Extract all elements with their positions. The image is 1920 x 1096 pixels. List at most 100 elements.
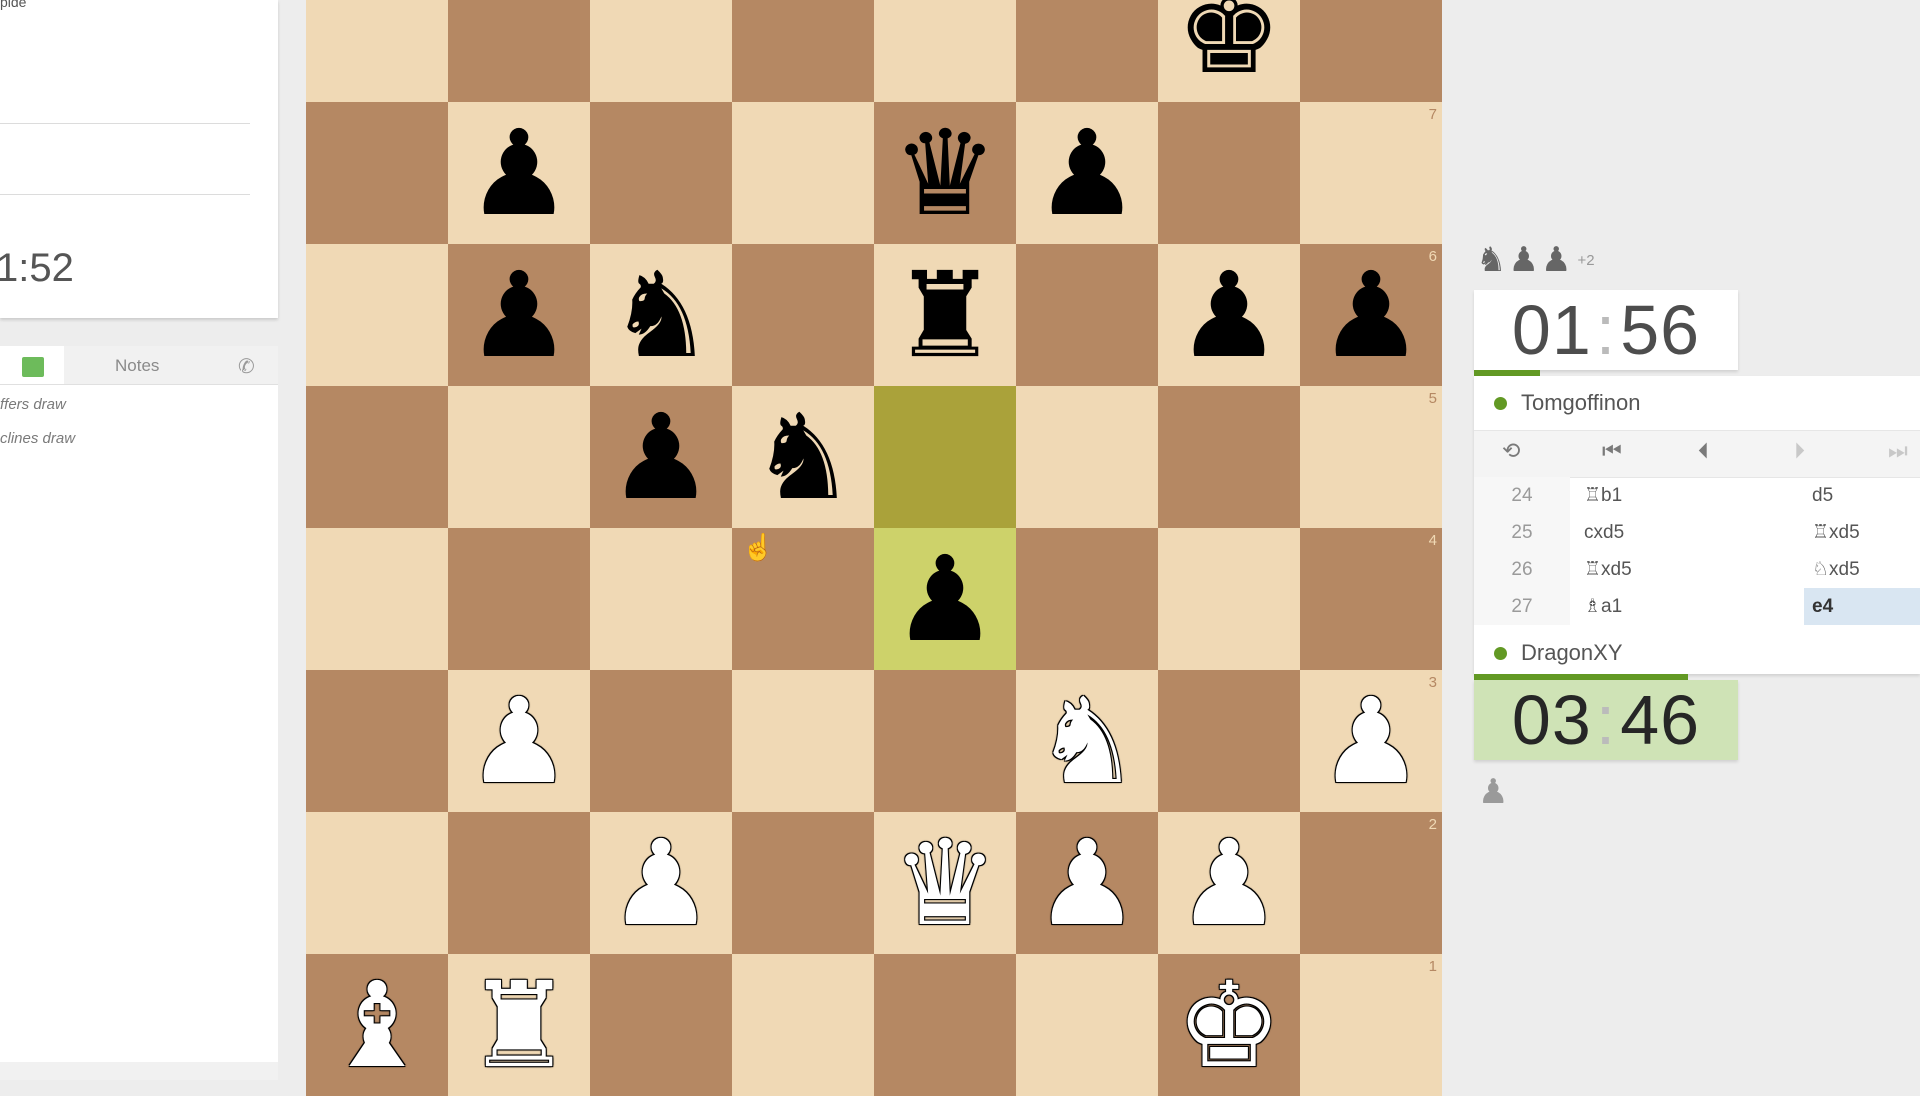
black-move[interactable]: d5	[1804, 477, 1920, 514]
square-c4[interactable]	[590, 528, 732, 670]
black-move[interactable]: ♖xd5	[1804, 514, 1920, 551]
square-f6[interactable]	[1016, 244, 1158, 386]
square-c6[interactable]: ♞	[590, 244, 732, 386]
previous-move-icon[interactable]: ⏴	[1698, 439, 1709, 464]
top-player[interactable]: Tomgoffinon	[1494, 390, 1640, 416]
square-a1[interactable]: ♝	[306, 954, 448, 1096]
square-d1[interactable]	[732, 954, 874, 1096]
square-h5[interactable]: 5	[1300, 386, 1442, 528]
square-c1[interactable]	[590, 954, 732, 1096]
square-a8[interactable]	[306, 0, 448, 102]
square-a2[interactable]	[306, 812, 448, 954]
square-h2[interactable]: 2	[1300, 812, 1442, 954]
square-a6[interactable]	[306, 244, 448, 386]
black-knight-icon[interactable]: ♞	[608, 256, 714, 374]
square-b8[interactable]	[448, 0, 590, 102]
square-a4[interactable]	[306, 528, 448, 670]
square-e6[interactable]: ♜	[874, 244, 1016, 386]
white-move[interactable]: ♖b1	[1584, 477, 1622, 514]
square-c3[interactable]	[590, 670, 732, 812]
bottom-player-name[interactable]: DragonXY	[1521, 640, 1623, 666]
white-pawn-icon[interactable]: ♟	[1034, 824, 1140, 942]
square-b4[interactable]	[448, 528, 590, 670]
square-h7[interactable]: 7	[1300, 102, 1442, 244]
square-a3[interactable]	[306, 670, 448, 812]
square-b1[interactable]: ♜	[448, 954, 590, 1096]
square-a5[interactable]	[306, 386, 448, 528]
white-move[interactable]: cxd5	[1584, 514, 1624, 551]
black-pawn-icon[interactable]: ♟	[1318, 256, 1424, 374]
square-c8[interactable]	[590, 0, 732, 102]
square-d6[interactable]	[732, 244, 874, 386]
black-pawn-icon[interactable]: ♟	[1034, 114, 1140, 232]
square-f4[interactable]	[1016, 528, 1158, 670]
square-g7[interactable]	[1158, 102, 1300, 244]
square-f2[interactable]: ♟	[1016, 812, 1158, 954]
square-g5[interactable]	[1158, 386, 1300, 528]
square-e8[interactable]	[874, 0, 1016, 102]
square-c5[interactable]: ♟	[590, 386, 732, 528]
white-bishop-icon[interactable]: ♝	[324, 966, 430, 1084]
square-h4[interactable]: 4	[1300, 528, 1442, 670]
flip-board-icon[interactable]: ⟲	[1502, 439, 1520, 464]
black-pawn-icon[interactable]: ♟	[892, 540, 998, 658]
black-rook-icon[interactable]: ♜	[892, 256, 998, 374]
white-move[interactable]: ♖xd5	[1584, 551, 1632, 588]
square-d2[interactable]	[732, 812, 874, 954]
square-g1[interactable]: ♚	[1158, 954, 1300, 1096]
square-c2[interactable]: ♟	[590, 812, 732, 954]
first-move-icon[interactable]: ⏮	[1602, 439, 1622, 464]
square-d5[interactable]: ♞	[732, 386, 874, 528]
square-a7[interactable]	[306, 102, 448, 244]
black-pawn-icon[interactable]: ♟	[466, 256, 572, 374]
square-b3[interactable]: ♟	[448, 670, 590, 812]
square-e2[interactable]: ♛	[874, 812, 1016, 954]
last-move-icon[interactable]: ⏭	[1888, 439, 1908, 464]
square-g8[interactable]: ♚	[1158, 0, 1300, 102]
square-f3[interactable]: ♞	[1016, 670, 1158, 812]
square-b5[interactable]	[448, 386, 590, 528]
black-pawn-icon[interactable]: ♟	[608, 398, 714, 516]
tab-chat[interactable]	[0, 346, 64, 384]
square-f8[interactable]	[1016, 0, 1158, 102]
black-move[interactable]: ♘xd5	[1804, 551, 1920, 588]
black-knight-icon[interactable]: ♞	[750, 398, 856, 516]
square-e3[interactable]	[874, 670, 1016, 812]
bottom-player[interactable]: DragonXY	[1494, 640, 1623, 666]
next-move-icon[interactable]: ⏵	[1794, 439, 1805, 464]
square-f5[interactable]	[1016, 386, 1158, 528]
black-pawn-icon[interactable]: ♟	[1176, 256, 1282, 374]
square-b7[interactable]: ♟	[448, 102, 590, 244]
square-e5[interactable]	[874, 386, 1016, 528]
square-h8[interactable]: 8	[1300, 0, 1442, 102]
black-king-icon[interactable]: ♚	[1176, 0, 1282, 90]
white-knight-icon[interactable]: ♞	[1034, 682, 1140, 800]
square-e7[interactable]: ♛	[874, 102, 1016, 244]
square-h1[interactable]: 1	[1300, 954, 1442, 1096]
square-d7[interactable]	[732, 102, 874, 244]
square-f1[interactable]	[1016, 954, 1158, 1096]
square-h3[interactable]: 3 ♟	[1300, 670, 1442, 812]
square-b2[interactable]	[448, 812, 590, 954]
square-f7[interactable]: ♟	[1016, 102, 1158, 244]
white-rook-icon[interactable]: ♜	[466, 966, 572, 1084]
square-e1[interactable]	[874, 954, 1016, 1096]
square-g6[interactable]: ♟	[1158, 244, 1300, 386]
square-c7[interactable]	[590, 102, 732, 244]
square-g3[interactable]	[1158, 670, 1300, 812]
white-move[interactable]: ♗a1	[1584, 588, 1622, 625]
white-pawn-icon[interactable]: ♟	[1176, 824, 1282, 942]
phone-icon[interactable]: ✆	[238, 354, 255, 379]
black-pawn-icon[interactable]: ♟	[466, 114, 572, 232]
white-king-icon[interactable]: ♚	[1176, 966, 1282, 1084]
tab-notes[interactable]: Notes	[115, 356, 159, 376]
white-pawn-icon[interactable]: ♟	[466, 682, 572, 800]
black-move[interactable]: e4	[1804, 588, 1920, 625]
square-g2[interactable]: ♟	[1158, 812, 1300, 954]
chat-toggle-icon[interactable]	[22, 357, 44, 377]
white-queen-icon[interactable]: ♛	[892, 824, 998, 942]
top-player-name[interactable]: Tomgoffinon	[1521, 390, 1640, 416]
black-queen-icon[interactable]: ♛	[892, 114, 998, 232]
white-pawn-icon[interactable]: ♟	[1318, 682, 1424, 800]
square-h6[interactable]: 6 ♟	[1300, 244, 1442, 386]
